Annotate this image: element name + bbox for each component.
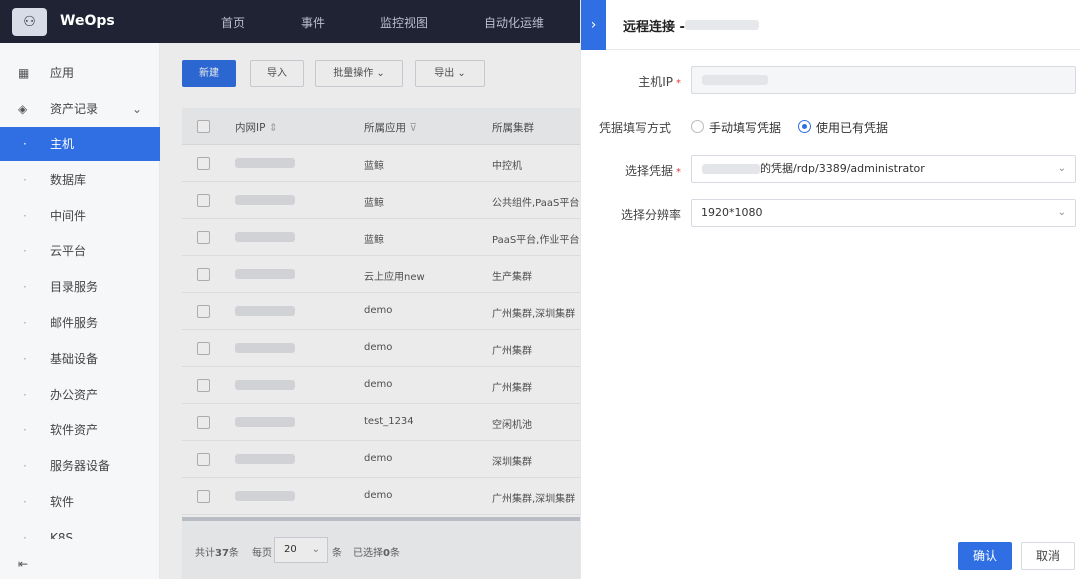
sidebar-item-apps[interactable]: ▦ 应用	[0, 56, 160, 90]
sidebar-item-k8s[interactable]: · K8S	[0, 521, 160, 539]
credential-label: 选择凭据 *	[624, 164, 681, 178]
host-ip-label: 主机IP *	[638, 75, 681, 89]
existing-radio[interactable]	[798, 120, 811, 133]
manual-radio[interactable]	[691, 120, 704, 133]
sidebar: ▦ 应用 ◈ 资产记录 ⌄ · 主机 · 数据库 · 中间件 · 云平台 · 目录服务 ·…	[0, 43, 160, 579]
sidebar-item-software[interactable]: · 软件	[0, 485, 160, 519]
sidebar-group-assets[interactable]: ◈ 资产记录 ⌄	[0, 92, 160, 126]
sidebar-item-hosts[interactable]: · 主机	[0, 127, 160, 161]
sidebar-item-label: 应用	[50, 66, 75, 80]
manual-radio-label[interactable]: 手动填写凭据	[709, 119, 781, 136]
panel-title: 远程连接 -	[623, 20, 685, 35]
chevron-right-icon[interactable]: ›	[581, 0, 606, 50]
sidebar-item-label: 数据库	[50, 173, 87, 187]
sidebar-item-label: 云平台	[50, 244, 87, 258]
grid-icon: ▦	[18, 66, 30, 80]
sidebar-item-label: 软件	[50, 495, 75, 509]
sidebar-item-label: 目录服务	[50, 280, 99, 294]
redacted-ip	[702, 75, 768, 85]
sidebar-item-label: 服务器设备	[50, 459, 111, 473]
nav-monitor[interactable]: 监控视图	[380, 14, 428, 31]
resolution-select[interactable]: 1920*1080 ⌄	[691, 199, 1076, 227]
modal-overlay	[160, 43, 580, 579]
redacted-user	[702, 164, 760, 174]
nav-home[interactable]: 首页	[221, 14, 245, 31]
nav-automation[interactable]: 自动化运维	[484, 14, 544, 31]
sidebar-item-label: K8S	[50, 531, 74, 539]
sidebar-item-label: 办公资产	[50, 388, 99, 402]
sidebar-item-mail[interactable]: · 邮件服务	[0, 306, 160, 340]
chevron-down-icon: ⌄	[132, 102, 143, 116]
sidebar-item-label: 中间件	[50, 209, 87, 223]
confirm-button[interactable]: 确认	[958, 542, 1012, 570]
sidebar-item-label: 邮件服务	[50, 316, 99, 330]
collapse-sidebar-icon[interactable]: ⇤	[18, 557, 28, 571]
redacted-hostname	[685, 20, 759, 30]
credential-value: 的凭据/rdp/3389/administrator	[760, 162, 925, 175]
mode-label: 凭据填写方式	[598, 121, 671, 135]
resolution-value: 1920*1080	[701, 206, 763, 219]
divider	[606, 49, 1080, 50]
sidebar-item-directory[interactable]: · 目录服务	[0, 270, 160, 304]
nav-events[interactable]: 事件	[301, 14, 325, 31]
existing-radio-label[interactable]: 使用已有凭据	[816, 119, 888, 136]
resolution-label: 选择分辨率	[620, 208, 681, 222]
sidebar-item-software-assets[interactable]: · 软件资产	[0, 413, 160, 447]
remote-connect-panel: › 远程连接 - 主机IP * 凭据填写方式 手动填写凭据 使用已有凭据 选择凭据…	[580, 0, 1080, 579]
layers-icon: ◈	[18, 102, 28, 116]
sidebar-item-label: 资产记录	[50, 102, 99, 116]
credential-select[interactable]: 的凭据/rdp/3389/administrator ⌄	[691, 155, 1076, 183]
logo-icon: ⚇	[12, 8, 47, 36]
chevron-down-icon: ⌄	[1057, 163, 1066, 174]
host-ip-field	[691, 66, 1076, 94]
cancel-button[interactable]: 取消	[1021, 542, 1075, 570]
sidebar-item-label: 基础设备	[50, 352, 99, 366]
sidebar-item-label: 软件资产	[50, 423, 99, 437]
brand-name: WeOps	[60, 13, 115, 29]
sidebar-item-office[interactable]: · 办公资产	[0, 378, 160, 412]
sidebar-item-cloud[interactable]: · 云平台	[0, 234, 160, 268]
sidebar-item-middleware[interactable]: · 中间件	[0, 199, 160, 233]
chevron-down-icon: ⌄	[1057, 207, 1066, 218]
sidebar-item-label: 主机	[50, 137, 75, 151]
sidebar-item-databases[interactable]: · 数据库	[0, 163, 160, 197]
sidebar-item-servers[interactable]: · 服务器设备	[0, 449, 160, 483]
sidebar-item-infra[interactable]: · 基础设备	[0, 342, 160, 376]
